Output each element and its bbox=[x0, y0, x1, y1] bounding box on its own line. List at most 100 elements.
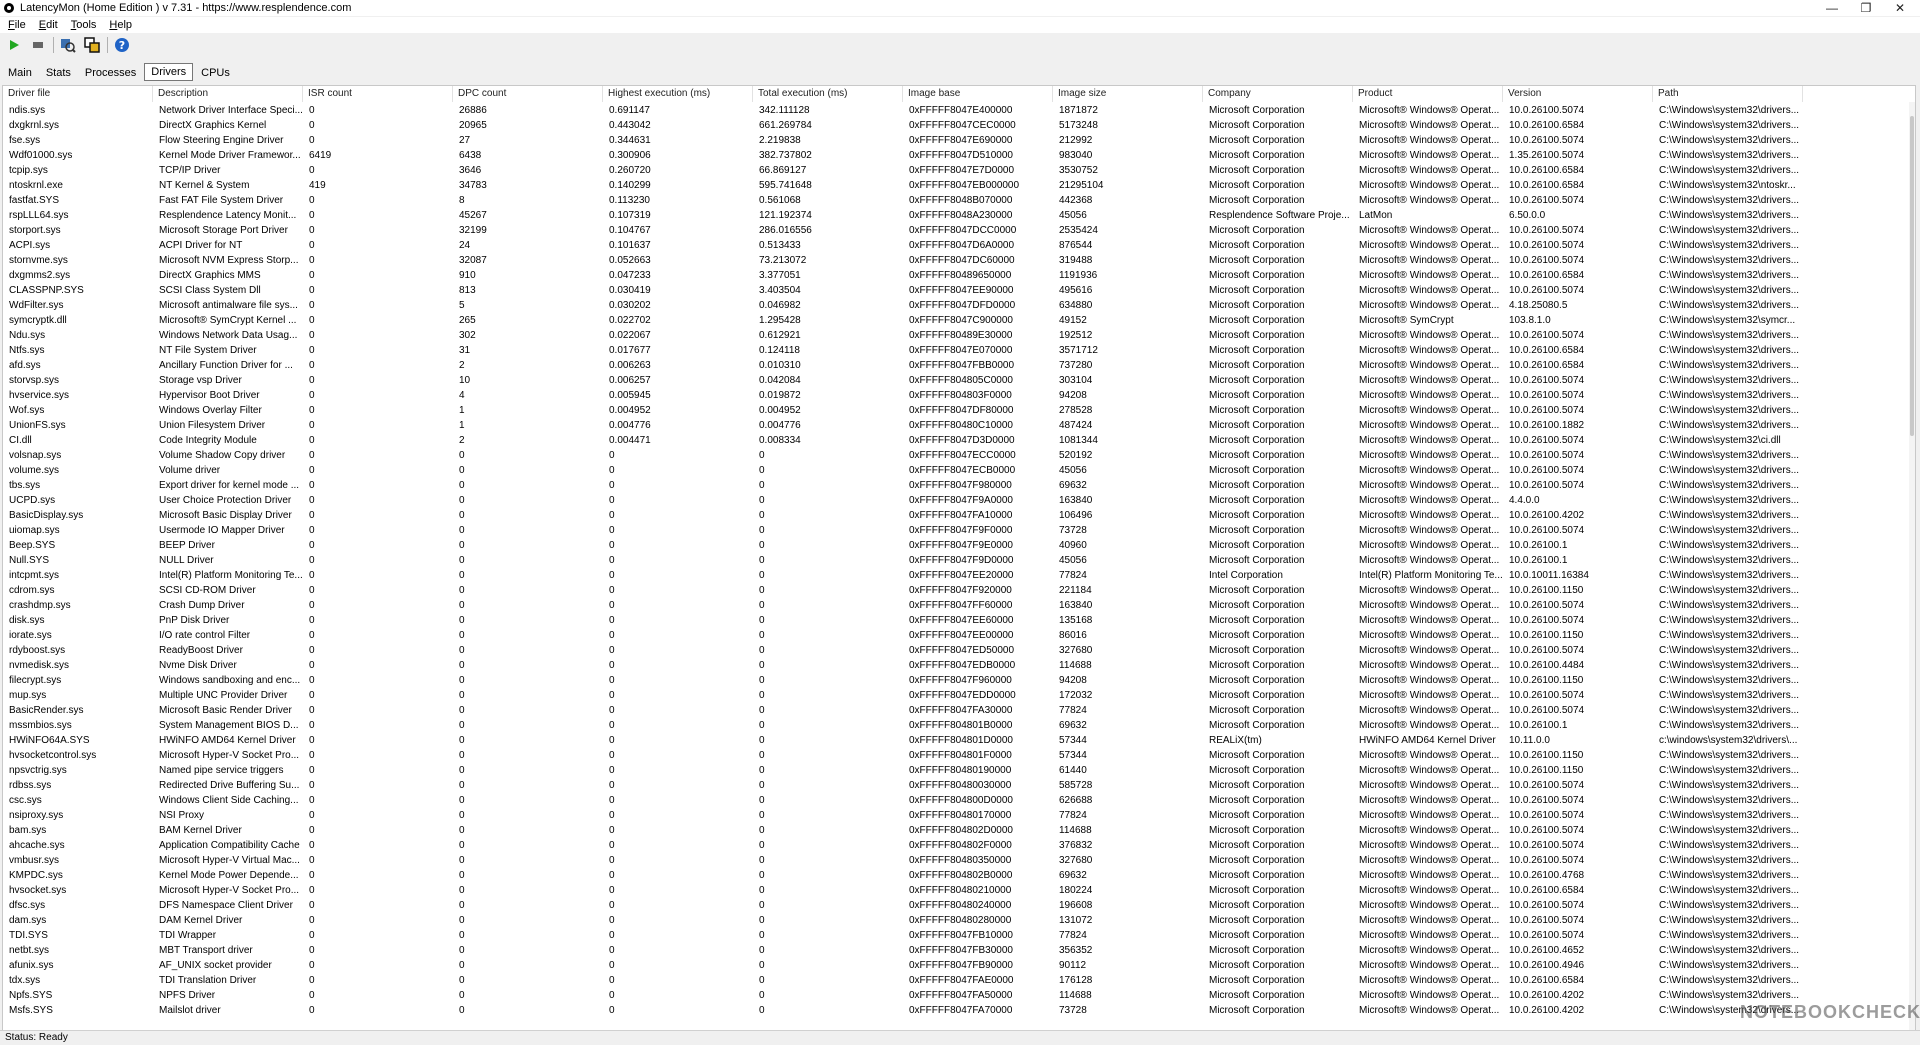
table-row[interactable]: ACPI.sys ACPI Driver for NT 0 24 0.101637 0.5… bbox=[3, 238, 1903, 253]
table-row[interactable]: dxgmms2.sys DirectX Graphics MMS 0 910 0.047… bbox=[3, 268, 1903, 283]
column-header-image-size[interactable]: Image size bbox=[1053, 86, 1203, 102]
menu-help[interactable]: Help bbox=[101, 19, 137, 31]
column-header-highest-execution[interactable]: Highest execution (ms) bbox=[603, 86, 753, 102]
table-row[interactable]: intcpmt.sys Intel(R) Platform Monitoring … bbox=[3, 568, 1903, 583]
table-row[interactable]: rdbss.sys Redirected Drive Buffering Su..… bbox=[3, 778, 1903, 793]
table-row[interactable]: Msfs.SYS Mailslot driver 0 0 0 0 0xFFFFF8047FA… bbox=[3, 1003, 1903, 1018]
table-row[interactable]: bam.sys BAM Kernel Driver 0 0 0 0 0xFFFFF80480… bbox=[3, 823, 1903, 838]
cell-highest-execution: 0 bbox=[609, 570, 615, 581]
table-row[interactable]: iorate.sys I/O rate control Filter 0 0 0 0 0xF… bbox=[3, 628, 1903, 643]
cell-isr-count: 0 bbox=[309, 435, 315, 446]
table-row[interactable]: afd.sys Ancillary Function Driver for ...… bbox=[3, 358, 1903, 373]
cell-company: Microsoft Corporation bbox=[1209, 330, 1305, 341]
column-header-company[interactable]: Company bbox=[1203, 86, 1353, 102]
column-header-product[interactable]: Product bbox=[1353, 86, 1503, 102]
cell-product: Microsoft® SymCrypt bbox=[1359, 315, 1454, 326]
table-row[interactable]: storvsp.sys Storage vsp Driver 0 10 0.006257… bbox=[3, 373, 1903, 388]
table-row[interactable]: volume.sys Volume driver 0 0 0 0 0xFFFFF8047EC… bbox=[3, 463, 1903, 478]
table-row[interactable]: storport.sys Microsoft Storage Port Drive… bbox=[3, 223, 1903, 238]
table-row[interactable]: Ndu.sys Windows Network Data Usag... 0 302 0… bbox=[3, 328, 1903, 343]
table-row[interactable]: vmbusr.sys Microsoft Hyper-V Virtual Mac.… bbox=[3, 853, 1903, 868]
column-header-image-base[interactable]: Image base bbox=[903, 86, 1053, 102]
scrollbar-thumb[interactable] bbox=[1910, 116, 1914, 436]
table-row[interactable]: nsiproxy.sys NSI Proxy 0 0 0 0 0xFFFFF80480170… bbox=[3, 808, 1903, 823]
cell-image-base: 0xFFFFF8047D510000 bbox=[909, 150, 1013, 161]
table-row[interactable]: volsnap.sys Volume Shadow Copy driver 0 0 0 0… bbox=[3, 448, 1903, 463]
table-row[interactable]: CLASSPNP.SYS SCSI Class System Dll 0 813 0.0… bbox=[3, 283, 1903, 298]
table-row[interactable]: fse.sys Flow Steering Engine Driver 0 27 0.3… bbox=[3, 133, 1903, 148]
table-row[interactable]: TDI.SYS TDI Wrapper 0 0 0 0 0xFFFFF8047FB10000… bbox=[3, 928, 1903, 943]
column-header-dpc-count[interactable]: DPC count bbox=[453, 86, 603, 102]
table-row[interactable]: hvsocketcontrol.sys Microsoft Hyper-V Soc… bbox=[3, 748, 1903, 763]
table-row[interactable]: rdyboost.sys ReadyBoost Driver 0 0 0 0 0xFFFFF… bbox=[3, 643, 1903, 658]
tab-stats[interactable]: Stats bbox=[40, 64, 77, 82]
menu-file[interactable]: File bbox=[0, 19, 31, 31]
table-row[interactable]: UnionFS.sys Union Filesystem Driver 0 1 0.00… bbox=[3, 418, 1903, 433]
table-row[interactable]: hvservice.sys Hypervisor Boot Driver 0 4 0.0… bbox=[3, 388, 1903, 403]
table-row[interactable]: tdx.sys TDI Translation Driver 0 0 0 0 0xFFFFF… bbox=[3, 973, 1903, 988]
table-row[interactable]: Null.SYS NULL Driver 0 0 0 0 0xFFFFF8047F9D000… bbox=[3, 553, 1903, 568]
table-row[interactable]: Npfs.SYS NPFS Driver 0 0 0 0 0xFFFFF8047FA5000… bbox=[3, 988, 1903, 1003]
table-row[interactable]: WdFilter.sys Microsoft antimalware file s… bbox=[3, 298, 1903, 313]
menu-edit[interactable]: Edit bbox=[31, 19, 63, 31]
table-row[interactable]: dam.sys DAM Kernel Driver 0 0 0 0 0xFFFFF80480… bbox=[3, 913, 1903, 928]
table-row[interactable]: tcpip.sys TCP/IP Driver 0 3646 0.260720 66.86… bbox=[3, 163, 1903, 178]
table-row[interactable]: nvmedisk.sys Nvme Disk Driver 0 0 0 0 0xFFFFF8… bbox=[3, 658, 1903, 673]
table-row[interactable]: ntoskrnl.exe NT Kernel & System 419 34783 0.… bbox=[3, 178, 1903, 193]
table-row[interactable]: HWiNFO64A.SYS HWiNFO AMD64 Kernel Driver 0… bbox=[3, 733, 1903, 748]
table-row[interactable]: CI.dll Code Integrity Module 0 2 0.004471 0.0… bbox=[3, 433, 1903, 448]
tab-cpus[interactable]: CPUs bbox=[195, 64, 236, 82]
table-row[interactable]: cdrom.sys SCSI CD-ROM Driver 0 0 0 0 0xFFFFF80… bbox=[3, 583, 1903, 598]
table-row[interactable]: dxgkrnl.sys DirectX Graphics Kernel 0 20965… bbox=[3, 118, 1903, 133]
table-row[interactable]: afunix.sys AF_UNIX socket provider 0 0 0 0 0xF… bbox=[3, 958, 1903, 973]
column-header-driver-file[interactable]: Driver file bbox=[3, 86, 153, 102]
table-row[interactable]: disk.sys PnP Disk Driver 0 0 0 0 0xFFFFF8047EE… bbox=[3, 613, 1903, 628]
table-row[interactable]: ndis.sys Network Driver Interface Speci..… bbox=[3, 103, 1903, 118]
tab-drivers[interactable]: Drivers bbox=[144, 63, 194, 81]
cell-product: Microsoft® Windows® Operat... bbox=[1359, 690, 1500, 701]
column-header-total-execution[interactable]: Total execution (ms) bbox=[753, 86, 903, 102]
column-header-description[interactable]: Description bbox=[153, 86, 303, 102]
table-row[interactable]: BasicDisplay.sys Microsoft Basic Display … bbox=[3, 508, 1903, 523]
table-row[interactable]: hvsocket.sys Microsoft Hyper-V Socket Pro… bbox=[3, 883, 1903, 898]
cell-description: DFS Namespace Client Driver bbox=[159, 900, 293, 911]
close-icon[interactable]: ✕ bbox=[1880, 0, 1920, 16]
search-icon[interactable] bbox=[58, 35, 78, 55]
table-row[interactable]: filecrypt.sys Windows sandboxing and enc.… bbox=[3, 673, 1903, 688]
table-row[interactable]: mup.sys Multiple UNC Provider Driver 0 0 0 0 0… bbox=[3, 688, 1903, 703]
table-row[interactable]: UCPD.sys User Choice Protection Driver 0 0 0… bbox=[3, 493, 1903, 508]
table-row[interactable]: ahcache.sys Application Compatibility Cac… bbox=[3, 838, 1903, 853]
help-icon[interactable]: ? bbox=[112, 35, 132, 55]
stop-icon[interactable] bbox=[28, 35, 48, 55]
table-row[interactable]: uiomap.sys Usermode IO Mapper Driver 0 0 0 0 0… bbox=[3, 523, 1903, 538]
table-row[interactable]: crashdmp.sys Crash Dump Driver 0 0 0 0 0xFFFFF… bbox=[3, 598, 1903, 613]
table-row[interactable]: dfsc.sys DFS Namespace Client Driver 0 0 0 0 0… bbox=[3, 898, 1903, 913]
column-header-version[interactable]: Version bbox=[1503, 86, 1653, 102]
column-header-isr-count[interactable]: ISR count bbox=[303, 86, 453, 102]
column-header-path[interactable]: Path bbox=[1653, 86, 1803, 102]
vertical-scrollbar[interactable] bbox=[1909, 102, 1915, 1030]
table-row[interactable]: Ntfs.sys NT File System Driver 0 31 0.017677… bbox=[3, 343, 1903, 358]
table-row[interactable]: rspLLL64.sys Resplendence Latency Monit..… bbox=[3, 208, 1903, 223]
table-row[interactable]: netbt.sys MBT Transport driver 0 0 0 0 0xFFFFF… bbox=[3, 943, 1903, 958]
table-row[interactable]: Wdf01000.sys Kernel Mode Driver Framewor.… bbox=[3, 148, 1903, 163]
table-row[interactable]: csc.sys Windows Client Side Caching... 0 0 0… bbox=[3, 793, 1903, 808]
table-row[interactable]: npsvctrig.sys Named pipe service triggers… bbox=[3, 763, 1903, 778]
table-row[interactable]: mssmbios.sys System Management BIOS D... 0… bbox=[3, 718, 1903, 733]
tab-processes[interactable]: Processes bbox=[79, 64, 142, 82]
table-row[interactable]: Wof.sys Windows Overlay Filter 0 1 0.004952 0… bbox=[3, 403, 1903, 418]
table-row[interactable]: KMPDC.sys Kernel Mode Power Depende... 0 0 0… bbox=[3, 868, 1903, 883]
cell-highest-execution: 0.344631 bbox=[609, 135, 651, 146]
table-row[interactable]: fastfat.SYS Fast FAT File System Driver 0 8… bbox=[3, 193, 1903, 208]
table-row[interactable]: BasicRender.sys Microsoft Basic Render Dr… bbox=[3, 703, 1903, 718]
table-row[interactable]: tbs.sys Export driver for kernel mode ...… bbox=[3, 478, 1903, 493]
copy-icon[interactable] bbox=[82, 35, 102, 55]
table-row[interactable]: symcryptk.dll Microsoft® SymCrypt Kernel … bbox=[3, 313, 1903, 328]
table-row[interactable]: Beep.SYS BEEP Driver 0 0 0 0 0xFFFFF8047F9E000… bbox=[3, 538, 1903, 553]
cell-total-execution: 0 bbox=[759, 825, 765, 836]
menu-tools[interactable]: Tools bbox=[63, 19, 102, 31]
play-icon[interactable] bbox=[4, 35, 24, 55]
tab-main[interactable]: Main bbox=[2, 64, 38, 82]
table-row[interactable]: stornvme.sys Microsoft NVM Express Storp.… bbox=[3, 253, 1903, 268]
cell-product: Microsoft® Windows® Operat... bbox=[1359, 360, 1500, 371]
